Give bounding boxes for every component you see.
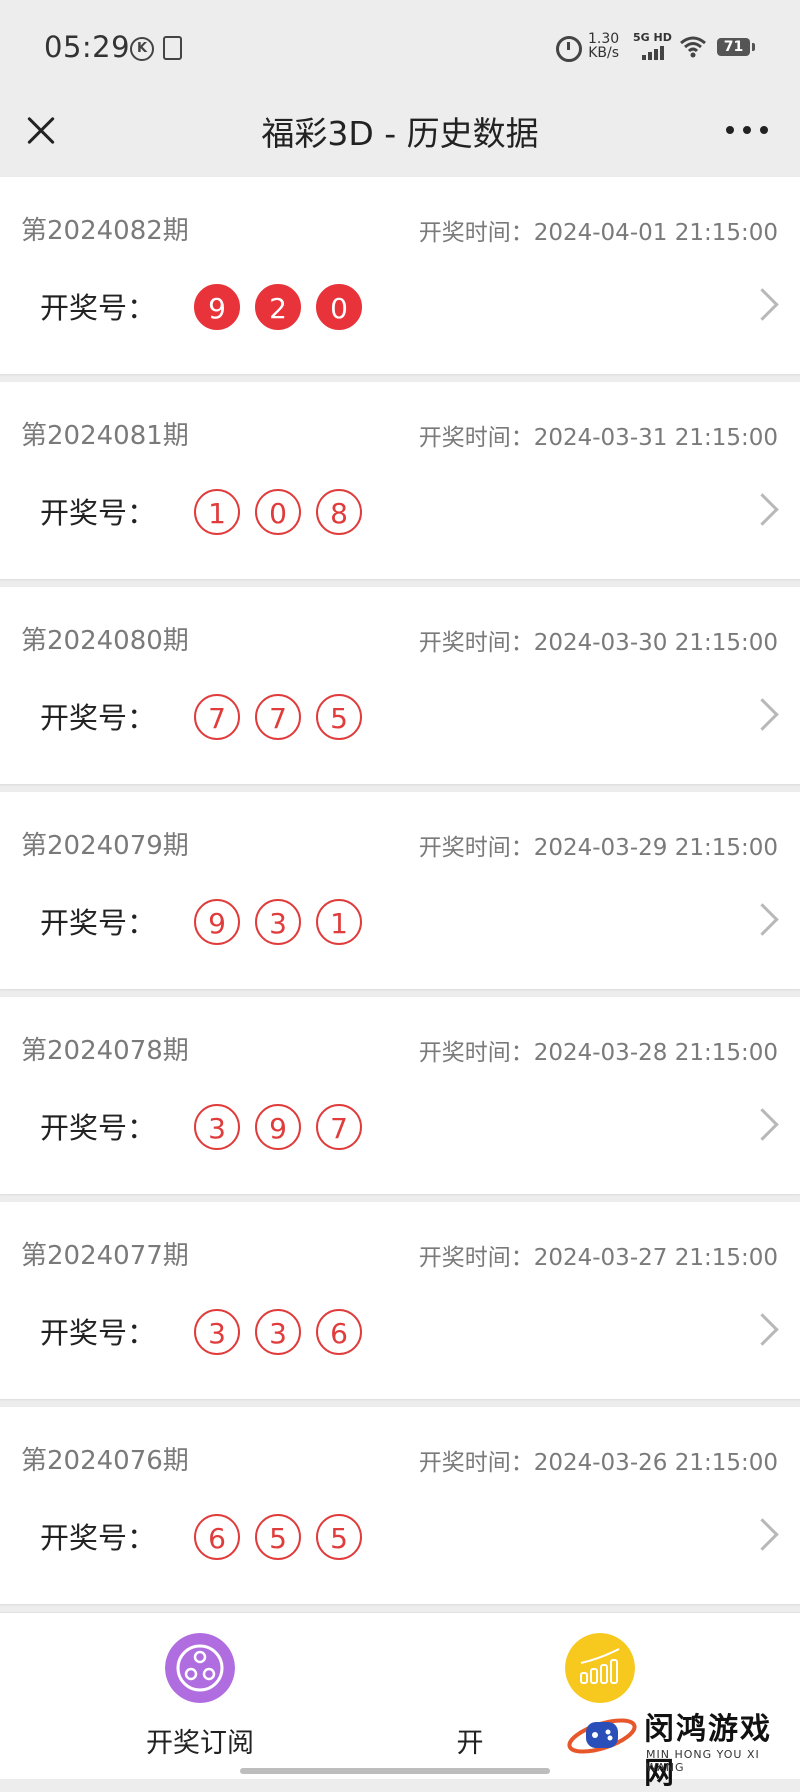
status-bar: 05:29 K 1.30 KB/s 5G HD 71 (0, 0, 800, 95)
issue-number: 第2024077期 (21, 1241, 189, 1271)
draw-record-card[interactable]: 第2024080期 开奖时间：2024-03-30 21:15:00 开奖号： 7 7 5 (0, 587, 800, 784)
winning-numbers: 336 (194, 1309, 377, 1359)
winning-number-label: 开奖号： (40, 906, 157, 940)
number-ball: 5 (316, 694, 362, 740)
chevron-right-icon (746, 1108, 779, 1141)
signal-icon (642, 46, 666, 60)
watermark-logo-icon (567, 1718, 637, 1754)
draw-time: 开奖时间：2024-03-30 21:15:00 (418, 630, 778, 656)
number-ball: 8 (316, 489, 362, 535)
draw-time: 开奖时间：2024-03-29 21:15:00 (418, 835, 778, 861)
number-ball: 7 (316, 1104, 362, 1150)
winning-numbers: 108 (194, 489, 377, 539)
number-ball: 5 (255, 1514, 301, 1560)
winning-numbers: 931 (194, 899, 377, 949)
winning-number-label: 开奖号： (40, 1111, 157, 1145)
chevron-right-icon (746, 1518, 779, 1551)
chevron-right-icon (746, 288, 779, 321)
chevron-right-icon (746, 1313, 779, 1346)
draw-record-card[interactable]: 第2024077期 开奖时间：2024-03-27 21:15:00 开奖号： 3 3 6 (0, 1202, 800, 1399)
k-app-icon: K (130, 37, 154, 61)
draw-record-card[interactable]: 第2024078期 开奖时间：2024-03-28 21:15:00 开奖号： 3 9 7 (0, 997, 800, 1194)
draw-time: 开奖时间：2024-03-26 21:15:00 (418, 1450, 778, 1476)
wifi-icon (680, 36, 706, 58)
number-ball: 1 (316, 899, 362, 945)
number-ball: 3 (255, 899, 301, 945)
chevron-right-icon (746, 698, 779, 731)
number-ball: 6 (194, 1514, 240, 1560)
draw-time: 开奖时间：2024-03-28 21:15:00 (418, 1040, 778, 1066)
number-ball: 3 (255, 1309, 301, 1355)
number-ball: 7 (255, 694, 301, 740)
number-ball: 9 (194, 899, 240, 945)
issue-number: 第2024080期 (21, 626, 189, 656)
winning-number-label: 开奖号： (40, 701, 157, 735)
number-ball: 0 (316, 284, 362, 330)
issue-number: 第2024082期 (21, 216, 189, 246)
number-ball: 3 (194, 1104, 240, 1150)
chevron-right-icon (746, 493, 779, 526)
number-ball: 9 (255, 1104, 301, 1150)
winning-number-label: 开奖号： (40, 1521, 157, 1555)
watermark: 闵鸿游戏网 MIN HONG YOU XI WANG (564, 1690, 800, 1791)
number-ball: 1 (194, 489, 240, 535)
winning-numbers: 655 (194, 1514, 377, 1564)
draw-time: 开奖时间：2024-03-31 21:15:00 (418, 425, 778, 451)
winning-numbers: 920 (194, 284, 377, 334)
winning-number-label: 开奖号： (40, 496, 157, 530)
draw-history-list: 第2024082期 开奖时间：2024-04-01 21:15:00 开奖号： 9 2 0… (0, 177, 800, 1612)
number-ball: 9 (194, 284, 240, 330)
battery-icon: 71 (717, 38, 755, 56)
draw-record-card[interactable]: 第2024081期 开奖时间：2024-03-31 21:15:00 开奖号： 1 0 8 (0, 382, 800, 579)
issue-number: 第2024081期 (21, 421, 189, 451)
status-time: 05:29 (44, 30, 131, 64)
alarm-icon (556, 36, 582, 62)
draw-time: 开奖时间：2024-03-27 21:15:00 (418, 1245, 778, 1271)
issue-number: 第2024076期 (21, 1446, 189, 1476)
number-ball: 3 (194, 1309, 240, 1355)
winning-number-label: 开奖号： (40, 1316, 157, 1350)
winning-number-label: 开奖号： (40, 291, 157, 325)
number-ball: 7 (194, 694, 240, 740)
winning-numbers: 775 (194, 694, 377, 744)
page-title: 福彩3D - 历史数据 (261, 114, 539, 153)
issue-number: 第2024078期 (21, 1036, 189, 1066)
winning-numbers: 397 (194, 1104, 377, 1154)
subscribe-icon (165, 1633, 235, 1703)
number-ball: 0 (255, 489, 301, 535)
draw-record-card[interactable]: 第2024082期 开奖时间：2024-04-01 21:15:00 开奖号： 9 2 0 (0, 177, 800, 374)
network-type: 5G HD (633, 31, 672, 44)
draw-record-card[interactable]: 第2024076期 开奖时间：2024-03-26 21:15:00 开奖号： 6 5 5 (0, 1407, 800, 1604)
draw-time: 开奖时间：2024-04-01 21:15:00 (418, 220, 778, 246)
network-speed: 1.30 KB/s (588, 31, 620, 61)
more-icon[interactable] (726, 120, 768, 140)
chevron-right-icon (746, 903, 779, 936)
home-indicator[interactable] (240, 1768, 550, 1774)
title-bar: 福彩3D - 历史数据 (0, 95, 800, 177)
draw-record-card[interactable]: 第2024079期 开奖时间：2024-03-29 21:15:00 开奖号： 9 3 1 (0, 792, 800, 989)
watermark-subtext: MIN HONG YOU XI WANG (646, 1748, 760, 1774)
sim-icon (163, 36, 182, 60)
number-ball: 2 (255, 284, 301, 330)
number-ball: 6 (316, 1309, 362, 1355)
issue-number: 第2024079期 (21, 831, 189, 861)
number-ball: 5 (316, 1514, 362, 1560)
